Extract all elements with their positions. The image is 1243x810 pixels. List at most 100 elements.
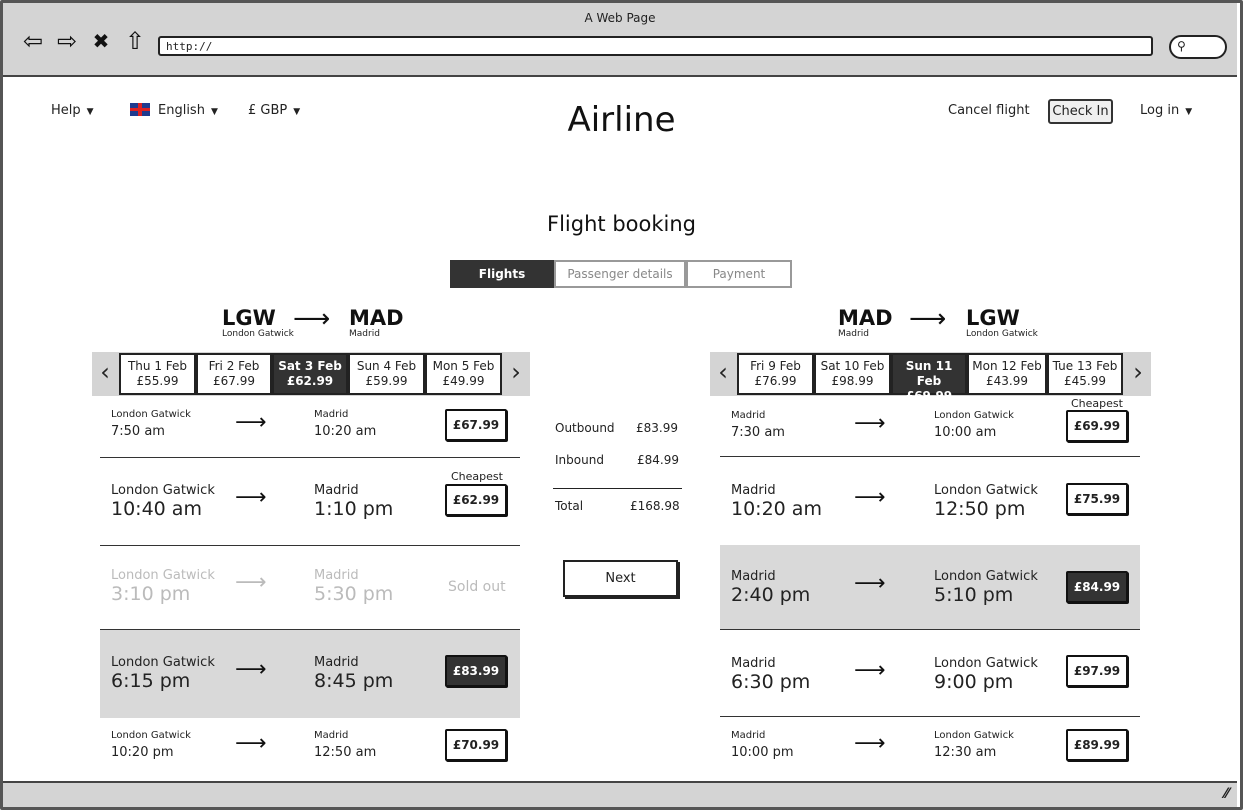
- date-option-selected[interactable]: Sun 11 Feb £69.99: [891, 353, 967, 403]
- cheapest-label: Cheapest: [1071, 397, 1123, 410]
- flight-row-sold-out: London Gatwick 3:10 pm ⟶ Madrid 5:30 pm …: [100, 546, 520, 630]
- login-label: Log in: [1140, 103, 1180, 118]
- back-icon[interactable]: ⇦: [19, 27, 47, 55]
- departure-time: 3:10 pm: [111, 583, 191, 605]
- arrow-right-icon: ⟶: [235, 657, 267, 682]
- flight-row[interactable]: London Gatwick 10:20 pm ⟶ Madrid 12:50 a…: [100, 718, 520, 774]
- departure-airport: London Gatwick: [111, 655, 215, 670]
- next-button[interactable]: Next: [563, 560, 678, 597]
- return-date-strip: ‹ Fri 9 Feb £76.99 Sat 10 Feb £98.99 Sun 1…: [710, 352, 1151, 403]
- departure-airport: Madrid: [731, 656, 776, 671]
- arrival-time: 9:00 pm: [934, 671, 1014, 693]
- search-icon: ⚲: [1177, 39, 1186, 53]
- search-button[interactable]: ⚲: [1169, 35, 1227, 59]
- arrival-time: 5:30 pm: [314, 583, 394, 605]
- price-button[interactable]: £97.99: [1066, 655, 1128, 687]
- step-flights[interactable]: Flights: [450, 260, 554, 288]
- date-option[interactable]: Mon 12 Feb £43.99: [967, 353, 1047, 395]
- departure-time: 10:40 am: [111, 498, 202, 520]
- arrow-right-icon: ⟶: [854, 411, 886, 436]
- date-option[interactable]: Fri 9 Feb £76.99: [737, 353, 814, 395]
- arrival-airport: London Gatwick: [934, 410, 1014, 421]
- arrow-right-icon: ⟶: [854, 731, 886, 756]
- window-title: A Web Page: [584, 11, 656, 25]
- date-option-selected[interactable]: Sat 3 Feb £62.99: [272, 353, 348, 395]
- price-button-selected[interactable]: £83.99: [445, 655, 507, 687]
- flight-row-selected[interactable]: Madrid 2:40 pm ⟶ London Gatwick 5:10 pm …: [720, 545, 1140, 630]
- flight-row[interactable]: Madrid 10:00 pm ⟶ London Gatwick 12:30 a…: [720, 717, 1140, 774]
- chevron-left-icon[interactable]: ‹: [95, 358, 115, 386]
- departure-airport: London Gatwick: [111, 568, 215, 583]
- total-price: £168.98: [630, 499, 680, 513]
- departure-airport: Madrid: [731, 730, 766, 741]
- stop-icon[interactable]: ✖: [87, 27, 115, 55]
- outbound-route: LGW London Gatwick ⟶ MAD Madrid: [222, 304, 422, 340]
- price-button[interactable]: £67.99: [445, 409, 507, 441]
- price-button[interactable]: £70.99: [445, 729, 507, 761]
- return-route: MAD Madrid ⟶ LGW London Gatwick: [838, 304, 1058, 340]
- arrow-right-icon: ⟶: [235, 570, 267, 595]
- arrival-airport: Madrid: [314, 730, 349, 741]
- flight-row[interactable]: Madrid 10:20 am ⟶ London Gatwick 12:50 p…: [720, 457, 1140, 545]
- departure-time: 7:30 am: [731, 425, 785, 440]
- origin-name: London Gatwick: [222, 329, 294, 339]
- inbound-price: £84.99: [637, 453, 679, 467]
- price-button[interactable]: £62.99: [445, 484, 507, 516]
- route-arrow-icon: ⟶: [909, 304, 947, 334]
- date-option[interactable]: Tue 13 Feb £45.99: [1047, 353, 1123, 395]
- status-bar: ⁄⁄: [3, 781, 1237, 807]
- cancel-flight-link[interactable]: Cancel flight: [948, 103, 1030, 118]
- browser-toolbar: A Web Page ⇦ ⇨ ✖ ⇧ http:// ⚲: [3, 3, 1237, 77]
- departure-airport: London Gatwick: [111, 730, 191, 741]
- home-icon[interactable]: ⇧: [121, 27, 149, 55]
- flight-row-selected[interactable]: London Gatwick 6:15 pm ⟶ Madrid 8:45 pm …: [100, 630, 520, 718]
- departure-airport: Madrid: [731, 410, 766, 421]
- arrival-time: 10:20 am: [314, 424, 377, 439]
- price-button[interactable]: £89.99: [1066, 729, 1128, 761]
- chevron-right-icon[interactable]: ›: [506, 358, 526, 386]
- date-option[interactable]: Fri 2 Feb £67.99: [196, 353, 272, 395]
- departure-time: 6:15 pm: [111, 670, 191, 692]
- date-option[interactable]: Sat 10 Feb £98.99: [814, 353, 891, 395]
- arrival-time: 1:10 pm: [314, 498, 394, 520]
- flight-row[interactable]: Cheapest London Gatwick 10:40 am ⟶ Madri…: [100, 458, 520, 546]
- step-passenger-details[interactable]: Passenger details: [554, 260, 686, 288]
- departure-time: 6:30 pm: [731, 671, 811, 693]
- price-button[interactable]: £75.99: [1066, 483, 1128, 515]
- origin-name: Madrid: [838, 329, 869, 339]
- price-button-selected[interactable]: £84.99: [1066, 571, 1128, 603]
- flight-row[interactable]: London Gatwick 7:50 am ⟶ Madrid 10:20 am…: [100, 400, 520, 458]
- outbound-label: Outbound: [555, 421, 615, 435]
- origin-code: MAD: [838, 306, 893, 330]
- total-label: Total: [555, 499, 584, 513]
- departure-time: 10:20 pm: [111, 745, 174, 760]
- booking-steps: Flights Passenger details Payment: [450, 260, 792, 288]
- outbound-date-strip: ‹ Thu 1 Feb £55.99 Fri 2 Feb £67.99 Sat 3 …: [92, 352, 530, 396]
- chevron-right-icon[interactable]: ›: [1128, 358, 1148, 386]
- resize-grip-icon[interactable]: ⁄⁄: [1224, 786, 1229, 802]
- arrival-airport: Madrid: [314, 568, 359, 583]
- route-arrow-icon: ⟶: [293, 304, 331, 334]
- outbound-price: £83.99: [636, 421, 678, 435]
- forward-icon[interactable]: ⇨: [53, 27, 81, 55]
- cheapest-label: Cheapest: [451, 470, 503, 483]
- departure-airport: London Gatwick: [111, 483, 215, 498]
- login-menu[interactable]: Log in ▼: [1140, 103, 1192, 118]
- flight-row[interactable]: Cheapest Madrid 7:30 am ⟶ London Gatwick…: [720, 397, 1140, 457]
- price-button[interactable]: £69.99: [1066, 410, 1128, 442]
- arrow-right-icon: ⟶: [235, 410, 267, 435]
- date-option[interactable]: Thu 1 Feb £55.99: [119, 353, 196, 395]
- chevron-down-icon: ▼: [1185, 107, 1193, 117]
- date-option[interactable]: Mon 5 Feb £49.99: [425, 353, 502, 395]
- flight-row[interactable]: Madrid 6:30 pm ⟶ London Gatwick 9:00 pm …: [720, 630, 1140, 717]
- check-in-button[interactable]: Check In: [1048, 99, 1113, 124]
- arrival-time: 12:30 am: [934, 745, 997, 760]
- departure-time: 7:50 am: [111, 424, 165, 439]
- arrival-time: 5:10 pm: [934, 584, 1014, 606]
- departure-time: 2:40 pm: [731, 584, 811, 606]
- chevron-left-icon[interactable]: ‹: [713, 358, 733, 386]
- step-payment[interactable]: Payment: [686, 260, 792, 288]
- date-option[interactable]: Sun 4 Feb £59.99: [348, 353, 425, 395]
- url-field[interactable]: http://: [158, 36, 1153, 56]
- arrival-time: 12:50 pm: [934, 498, 1026, 520]
